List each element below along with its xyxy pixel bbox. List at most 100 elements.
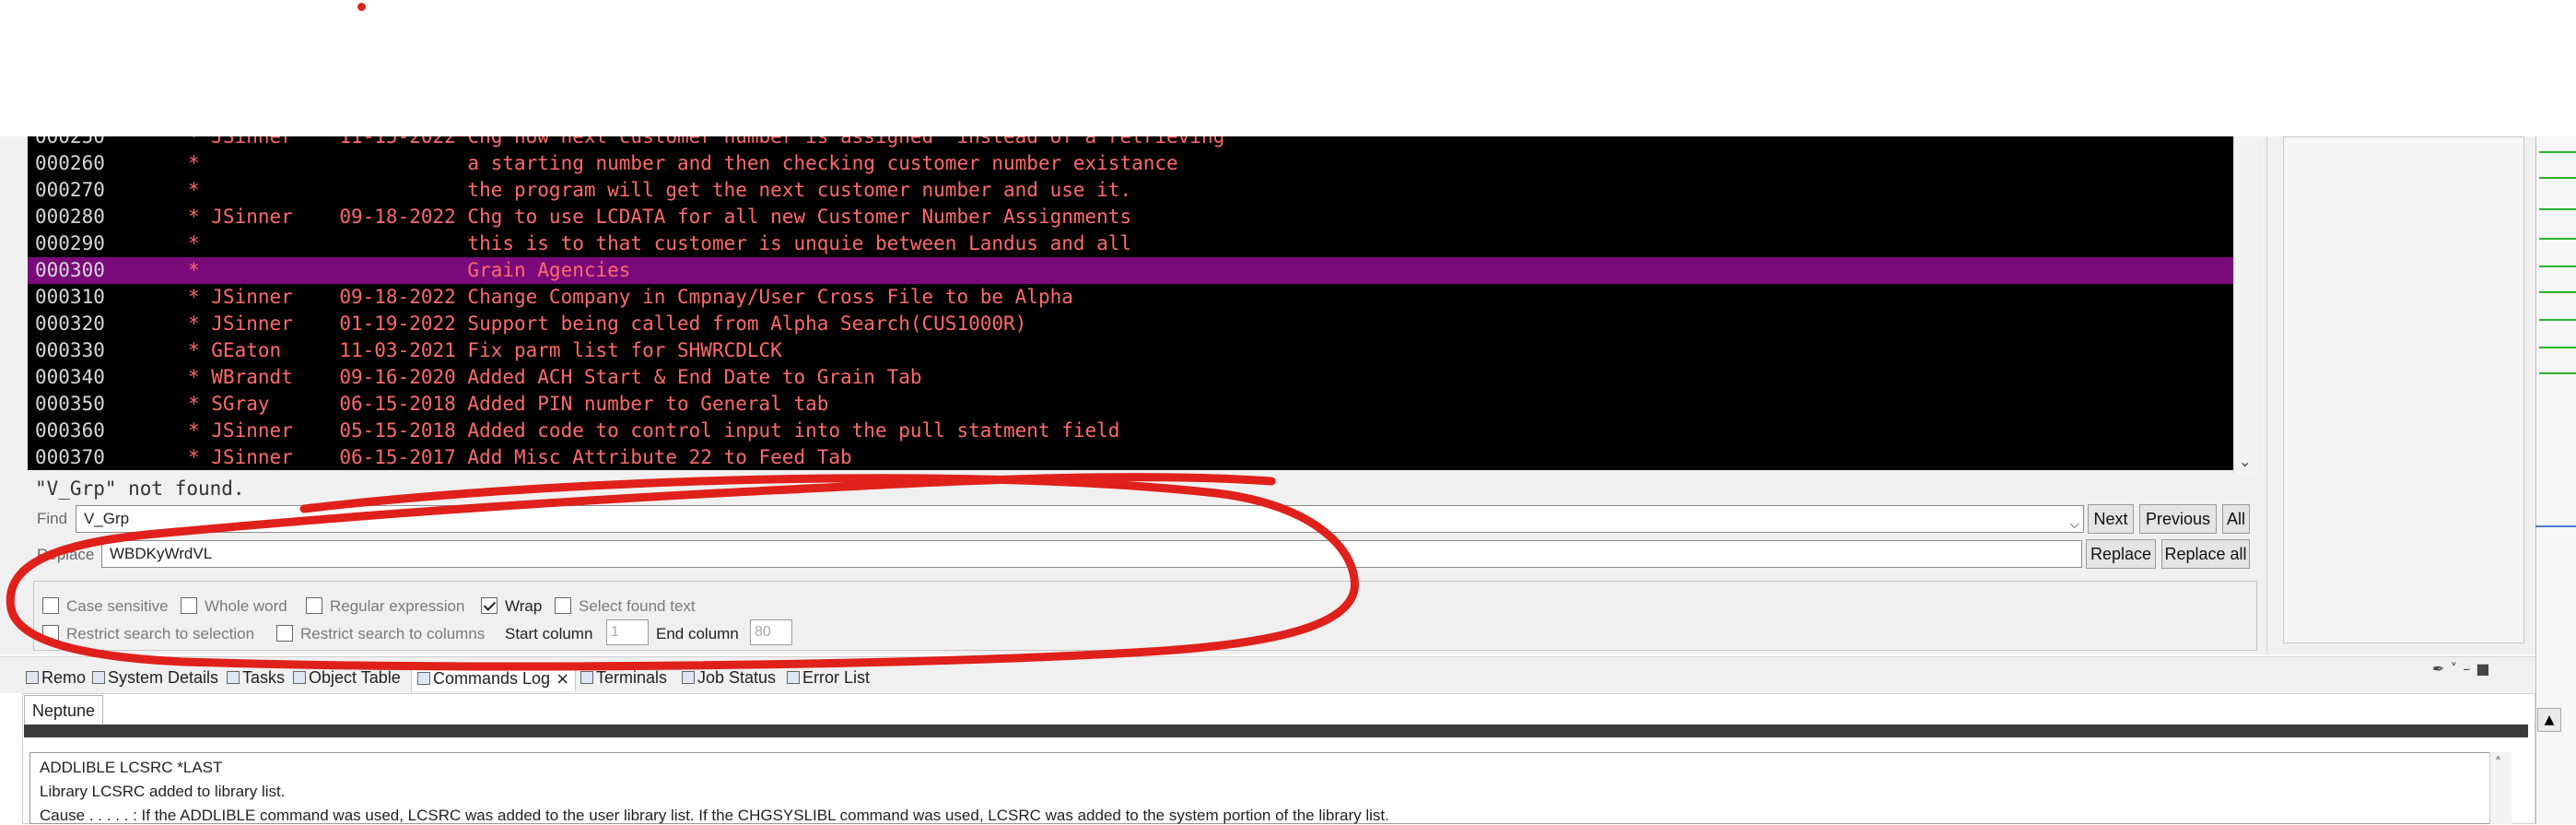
previous-button[interactable]: Previous <box>2139 504 2217 534</box>
tab-object-table[interactable]: Object Table <box>293 664 401 691</box>
close-icon[interactable]: × <box>556 669 569 689</box>
tasks-icon <box>227 671 240 684</box>
source-editor[interactable]: 000250 * JSinner 11-15-2022 Chg how next … <box>28 136 2233 470</box>
code-line[interactable]: 000330 * GEaton 11-03-2021 Fix parm list … <box>28 337 2233 364</box>
tab-neptune[interactable]: Neptune <box>24 695 104 725</box>
end-column-input[interactable]: 80 <box>750 619 792 645</box>
line-text: * JSinner 11-15-2022 Chg how next custom… <box>188 136 1225 147</box>
line-text: * a starting number and then checking cu… <box>188 152 1178 174</box>
line-text: * GEaton 11-03-2021 Fix parm list for SH… <box>188 339 782 361</box>
view-toolbar: ✒˅–■ <box>2432 660 2496 678</box>
line-number: 000340 <box>35 366 105 388</box>
regex-checkbox[interactable] <box>306 597 322 614</box>
code-line[interactable]: 000370 * JSinner 06-15-2017 Add Misc Attr… <box>28 444 2233 470</box>
chevron-up-icon[interactable]: ▲ <box>2537 708 2561 732</box>
chevron-up-icon[interactable]: ˄ <box>2495 756 2501 771</box>
tab-job-status[interactable]: Job Status <box>682 664 776 691</box>
terminals-icon <box>580 671 593 684</box>
chevron-down-icon[interactable]: ⌵ <box>2069 512 2079 537</box>
find-label: Find <box>37 510 68 527</box>
tab-error-list[interactable]: Error List <box>787 664 870 691</box>
find-input-value: V_Grp <box>84 510 130 527</box>
line-number: 000290 <box>35 232 105 254</box>
line-text: * this is to that customer is unquie bet… <box>188 232 1132 254</box>
all-button[interactable]: All <box>2222 504 2250 534</box>
wrap-label: Wrap <box>505 597 543 615</box>
line-number: 000310 <box>35 286 105 308</box>
search-status-message: "V_Grp" not found. <box>35 477 245 500</box>
tab-commands-log[interactable]: Commands Log × <box>411 664 577 691</box>
line-text: * JSinner 09-18-2022 Change Company in C… <box>188 286 1073 308</box>
line-number: 000320 <box>35 312 105 335</box>
next-button[interactable]: Next <box>2088 504 2134 534</box>
indicator-mark <box>2539 177 2576 179</box>
code-line[interactable]: 000350 * SGray 06-15-2018 Added PIN numbe… <box>28 391 2233 418</box>
line-number: 000300 <box>35 259 105 281</box>
indicator-mark <box>2539 208 2576 210</box>
tab-terminals[interactable]: Terminals <box>580 664 667 691</box>
code-line[interactable]: 000320 * JSinner 01-19-2022 Support being… <box>28 311 2233 337</box>
remote-systems-icon <box>26 671 39 684</box>
restrict-selection-checkbox[interactable] <box>42 625 59 642</box>
indicator-mark <box>2539 265 2576 267</box>
log-scrollbar[interactable]: ˄ <box>2489 752 2512 824</box>
line-number: 000260 <box>35 152 105 174</box>
select-found-label: Select found text <box>579 597 696 615</box>
restrict-columns-label: Restrict search to columns <box>300 625 486 642</box>
tab-tasks[interactable]: Tasks <box>227 664 285 691</box>
replace-all-button[interactable]: Replace all <box>2161 539 2250 569</box>
code-line[interactable]: 000340 * WBrandt 09-16-2020 Added ACH Sta… <box>28 364 2233 391</box>
commands-log-icon <box>417 672 430 685</box>
code-line-highlighted[interactable]: 000300 * Grain Agencies <box>28 257 2233 284</box>
indicator-mark <box>2539 238 2576 240</box>
object-table-icon <box>293 671 306 684</box>
tab-remote-systems[interactable]: Remo <box>26 664 86 691</box>
line-number: 000330 <box>35 339 105 361</box>
case-sensitive-checkbox[interactable] <box>42 597 59 614</box>
start-column-label: Start column <box>505 625 593 642</box>
pin-icon[interactable]: ✒ <box>2432 660 2450 678</box>
replace-button[interactable]: Replace <box>2086 539 2156 569</box>
code-line[interactable]: 000280 * JSinner 09-18-2022 Chg to use LC… <box>28 204 2233 230</box>
whole-word-label: Whole word <box>205 597 287 615</box>
case-sensitive-label: Case sensitive <box>66 597 169 615</box>
line-text: * the program will get the next customer… <box>188 179 1132 201</box>
line-number: 000360 <box>35 419 105 442</box>
minimize-icon[interactable]: – <box>2463 660 2476 678</box>
chevron-down-icon[interactable]: ˅ <box>2450 660 2463 678</box>
line-text: * JSinner 01-19-2022 Support being calle… <box>188 312 1027 335</box>
code-line[interactable]: 000360 * JSinner 05-15-2018 Added code to… <box>28 418 2233 444</box>
find-input[interactable]: V_Grp ⌵ <box>76 505 2084 533</box>
code-line[interactable]: 000260 * a starting number and then check… <box>28 150 2233 177</box>
start-column-input[interactable]: 1 <box>606 619 649 645</box>
log-line: Cause . . . . . : If the ADDLIBLE comman… <box>40 807 1389 824</box>
command-log-output[interactable]: ADDLIBLE LCSRC *LAST Library LCSRC added… <box>29 752 2512 824</box>
wrap-checkbox[interactable] <box>481 597 498 614</box>
regex-label: Regular expression <box>330 597 465 615</box>
code-line[interactable]: 000310 * JSinner 09-18-2022 Change Compan… <box>28 284 2233 311</box>
chevron-down-icon[interactable]: ⌄ <box>2239 453 2251 470</box>
code-line[interactable]: 000250 * JSinner 11-15-2022 Chg how next … <box>28 136 2233 150</box>
right-panel-view[interactable] <box>2283 136 2524 643</box>
line-number: 000370 <box>35 446 105 468</box>
log-line: ADDLIBLE LCSRC *LAST <box>40 759 223 776</box>
line-text: * JSinner 05-15-2018 Added code to contr… <box>188 419 1120 442</box>
replace-input[interactable]: WBDKyWrdVL <box>101 540 2082 568</box>
indicator-mark <box>2539 151 2576 153</box>
line-number: 000280 <box>35 206 105 228</box>
select-found-checkbox[interactable] <box>555 597 571 614</box>
indicator-mark <box>2539 347 2576 348</box>
line-text: * SGray 06-15-2018 Added PIN number to G… <box>188 393 829 415</box>
whole-word-checkbox[interactable] <box>181 597 197 614</box>
code-line[interactable]: 000290 * this is to that customer is unqu… <box>28 230 2233 257</box>
replace-label: Replace <box>37 546 95 563</box>
tab-system-details[interactable]: System Details <box>92 664 218 691</box>
code-line[interactable]: 000270 * the program will get the next cu… <box>28 177 2233 204</box>
red-dot-mark <box>357 3 366 11</box>
indicator-mark <box>2539 372 2576 374</box>
replace-input-value: WBDKyWrdVL <box>110 545 213 562</box>
editor-scrollbar[interactable]: ⌄ <box>2233 136 2257 474</box>
line-text: * JSinner 09-18-2022 Chg to use LCDATA f… <box>188 206 1132 228</box>
restrict-columns-checkbox[interactable] <box>276 625 293 642</box>
maximize-icon[interactable]: ■ <box>2476 660 2495 678</box>
